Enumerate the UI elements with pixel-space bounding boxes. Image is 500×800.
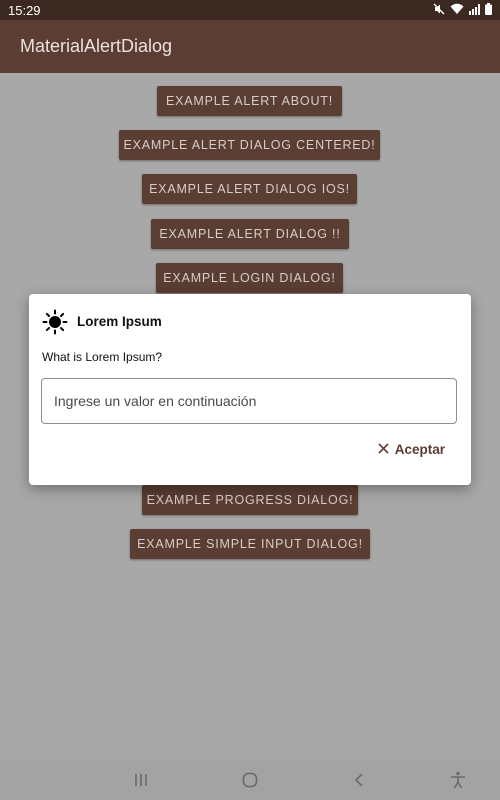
dialog-message: What is Lorem Ipsum? [42,350,163,364]
accessibility-icon[interactable] [448,770,468,790]
dialog-text-input[interactable] [41,378,457,424]
accept-button[interactable]: Aceptar [378,442,445,457]
alert-dialog: Lorem Ipsum What is Lorem Ipsum? Aceptar [29,294,471,485]
sun-icon [42,309,68,335]
dialog-title: Lorem Ipsum [77,314,162,329]
app-bar: MaterialAlertDialog [0,20,500,73]
example-progress-dialog-button[interactable]: EXAMPLE PROGRESS DIALOG! [142,485,358,515]
app-title: MaterialAlertDialog [20,36,173,56]
example-simple-input-dialog-button[interactable]: EXAMPLE SIMPLE INPUT DIALOG! [130,529,370,559]
example-login-dialog-button[interactable]: EXAMPLE LOGIN DIALOG! [156,263,343,293]
mute-icon [433,3,445,15]
accept-button-label: Aceptar [394,442,445,457]
example-alert-dialog-button[interactable]: EXAMPLE ALERT DIALOG !! [151,219,349,249]
close-icon [378,442,389,457]
wifi-icon [450,3,464,15]
recent-apps-icon[interactable] [131,770,151,790]
back-icon[interactable] [350,770,370,790]
battery-icon [485,3,492,15]
status-bar: 15:29 [0,0,500,20]
status-time: 15:29 [8,3,41,18]
navigation-bar [0,760,500,800]
example-alert-dialog-centered-button[interactable]: EXAMPLE ALERT DIALOG CENTERED! [119,130,380,160]
home-icon[interactable] [240,770,260,790]
status-icons [433,3,492,15]
example-alert-about-button[interactable]: EXAMPLE ALERT ABOUT! [157,86,342,116]
signal-icon [469,3,480,15]
example-alert-dialog-ios-button[interactable]: EXAMPLE ALERT DIALOG IOS! [142,174,357,204]
